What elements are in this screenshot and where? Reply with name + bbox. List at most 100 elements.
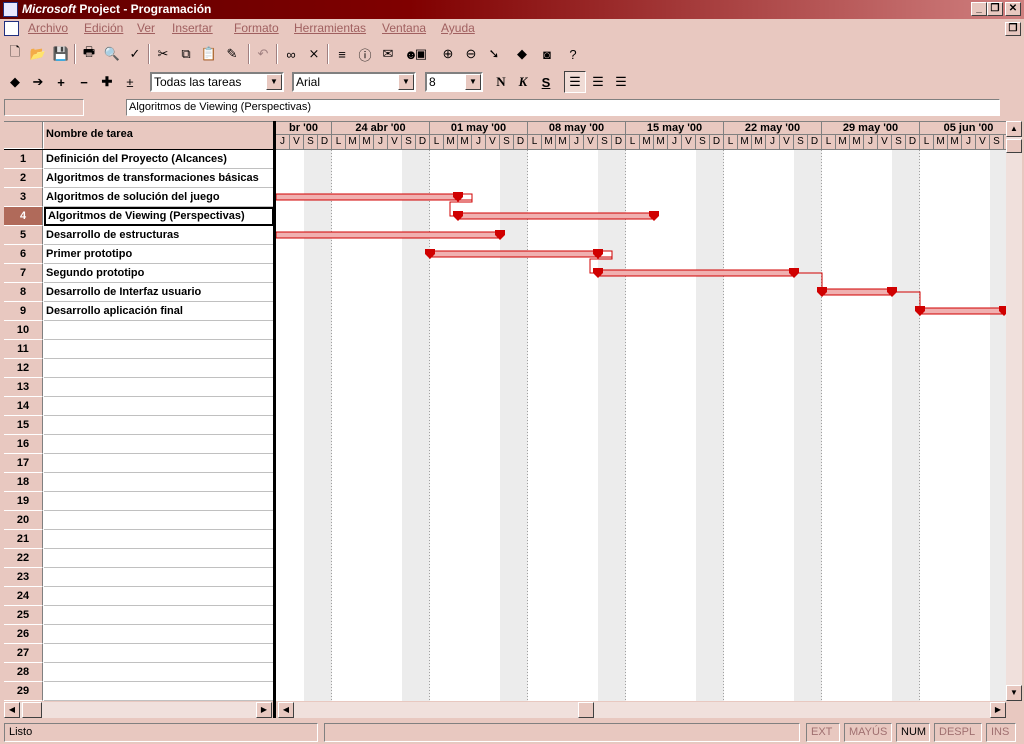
grid-horizontal-scrollbar[interactable]: ◀ ▶ [4, 702, 272, 718]
task-name-cell[interactable] [44, 587, 274, 606]
restore-button[interactable]: ❐ [987, 2, 1003, 16]
indent-icon[interactable]: ➔ [27, 71, 49, 93]
row-header[interactable]: 25 [4, 606, 43, 625]
task-name-cell[interactable] [44, 321, 274, 340]
vertical-scroll-thumb[interactable] [1006, 139, 1022, 153]
goto-task-icon[interactable]: ➘ [483, 43, 505, 65]
help-icon[interactable]: ? [562, 43, 584, 65]
open-icon[interactable]: 📂 [27, 43, 49, 65]
chevron-down-icon[interactable]: ▼ [266, 74, 282, 90]
row-header[interactable]: 10 [4, 321, 43, 340]
align-center-icon[interactable]: ☰ [587, 71, 609, 93]
grid-scroll-thumb[interactable] [22, 702, 42, 718]
row-header[interactable]: 18 [4, 473, 43, 492]
row-header[interactable]: 9 [4, 302, 43, 321]
task-name-cell[interactable]: Definición del Proyecto (Alcances) [44, 150, 274, 169]
row-header[interactable]: 19 [4, 492, 43, 511]
zoom-in-icon[interactable]: ⊕ [437, 43, 459, 65]
task-name-cell[interactable] [44, 644, 274, 663]
row-header[interactable]: 22 [4, 549, 43, 568]
row-header[interactable]: 27 [4, 644, 43, 663]
task-name-cell[interactable]: Segundo prototipo [44, 264, 274, 283]
outdent-icon[interactable]: ◆ [4, 71, 26, 93]
align-right-icon[interactable]: ☰ [610, 71, 632, 93]
row-header[interactable]: 29 [4, 682, 43, 701]
undo-icon[interactable]: ↶ [252, 43, 274, 65]
row-header[interactable]: 7 [4, 264, 43, 283]
task-name-cell[interactable]: Algoritmos de Viewing (Perspectivas) [44, 207, 274, 226]
row-header[interactable]: 24 [4, 587, 43, 606]
task-info-icon[interactable]: ⓘ [354, 43, 376, 65]
task-name-cell[interactable] [44, 682, 274, 701]
row-header[interactable]: 2 [4, 169, 43, 188]
cut-icon[interactable]: ✂ [152, 43, 174, 65]
task-name-cell[interactable] [44, 568, 274, 587]
task-name-cell[interactable] [44, 378, 274, 397]
close-button[interactable]: ✕ [1005, 2, 1021, 16]
task-name-cell[interactable]: Desarrollo de estructuras [44, 226, 274, 245]
gantt-wizard-icon[interactable]: ◆ [511, 43, 533, 65]
row-header[interactable]: 1 [4, 150, 43, 169]
menu-herramientas[interactable]: Herramientas [294, 21, 366, 35]
row-header[interactable]: 13 [4, 378, 43, 397]
gantt-scroll-thumb[interactable] [578, 702, 594, 718]
chevron-down-icon[interactable]: ▼ [465, 74, 481, 90]
scroll-left-icon[interactable]: ◀ [4, 702, 20, 718]
copy-picture-icon[interactable]: ▣ [410, 43, 432, 65]
task-name-cell[interactable] [44, 663, 274, 682]
task-name-cell[interactable] [44, 359, 274, 378]
minimize-button[interactable]: _ [971, 2, 987, 16]
paste-icon[interactable]: 📋 [198, 43, 220, 65]
font-select[interactable]: Arial ▼ [292, 72, 416, 92]
row-header[interactable]: 26 [4, 625, 43, 644]
row-header[interactable]: 28 [4, 663, 43, 682]
zoom-out-icon[interactable]: ⊖ [460, 43, 482, 65]
row-header[interactable]: 21 [4, 530, 43, 549]
menu-formato[interactable]: Formato [234, 21, 279, 35]
task-name-cell[interactable] [44, 473, 274, 492]
scroll-down-icon[interactable]: ▼ [1006, 685, 1022, 701]
task-name-cell[interactable] [44, 625, 274, 644]
entry-field[interactable]: Algoritmos de Viewing (Perspectivas) [126, 99, 1000, 116]
underline-button[interactable]: S [535, 71, 557, 93]
copy-icon[interactable]: ⧉ [175, 43, 197, 65]
align-left-icon[interactable]: ☰ [564, 71, 586, 93]
new-icon[interactable]: 🗋 [4, 43, 26, 65]
document-icon[interactable] [4, 21, 19, 36]
task-name-cell[interactable] [44, 511, 274, 530]
hide-subtasks-icon[interactable]: − [73, 71, 95, 93]
chevron-down-icon[interactable]: ▼ [398, 74, 414, 90]
italic-button[interactable]: K [512, 71, 534, 93]
show-subtasks-icon[interactable]: + [50, 71, 72, 93]
app-icon[interactable] [3, 2, 18, 17]
task-name-cell[interactable]: Primer prototipo [44, 245, 274, 264]
row-header[interactable]: 3 [4, 188, 43, 207]
camera-icon[interactable]: ◙ [536, 43, 558, 65]
select-all-corner[interactable] [4, 122, 43, 149]
column-header-task-name[interactable]: Nombre de tarea [44, 122, 274, 149]
menu-ventana[interactable]: Ventana [382, 21, 426, 35]
scroll-right-icon[interactable]: ▶ [990, 702, 1006, 718]
row-header[interactable]: 6 [4, 245, 43, 264]
row-header[interactable]: 4 [4, 207, 43, 226]
menu-insertar[interactable]: Insertar [172, 21, 213, 35]
menu-ayuda[interactable]: Ayuda [441, 21, 475, 35]
scroll-up-icon[interactable]: ▲ [1006, 121, 1022, 137]
task-name-cell[interactable] [44, 606, 274, 625]
task-name-cell[interactable] [44, 492, 274, 511]
task-name-cell[interactable] [44, 549, 274, 568]
save-icon[interactable]: 💾 [50, 43, 72, 65]
task-name-cell[interactable]: Algoritmos de solución del juego [44, 188, 274, 207]
show-all-tasks-icon[interactable]: ✚ [96, 71, 118, 93]
gantt-horizontal-scrollbar[interactable]: ◀ ▶ [278, 702, 1006, 718]
unlink-icon[interactable]: ⨯ [303, 43, 325, 65]
task-name-cell[interactable] [44, 435, 274, 454]
task-name-cell[interactable]: Desarrollo aplicación final [44, 302, 274, 321]
row-header[interactable]: 11 [4, 340, 43, 359]
format-painter-icon[interactable]: ✎ [221, 43, 243, 65]
menu-archivo[interactable]: Archivo [28, 21, 68, 35]
task-name-cell[interactable]: Algoritmos de transformaciones básicas [44, 169, 274, 188]
row-header[interactable]: 17 [4, 454, 43, 473]
bold-button[interactable]: N [490, 71, 512, 93]
row-header[interactable]: 15 [4, 416, 43, 435]
